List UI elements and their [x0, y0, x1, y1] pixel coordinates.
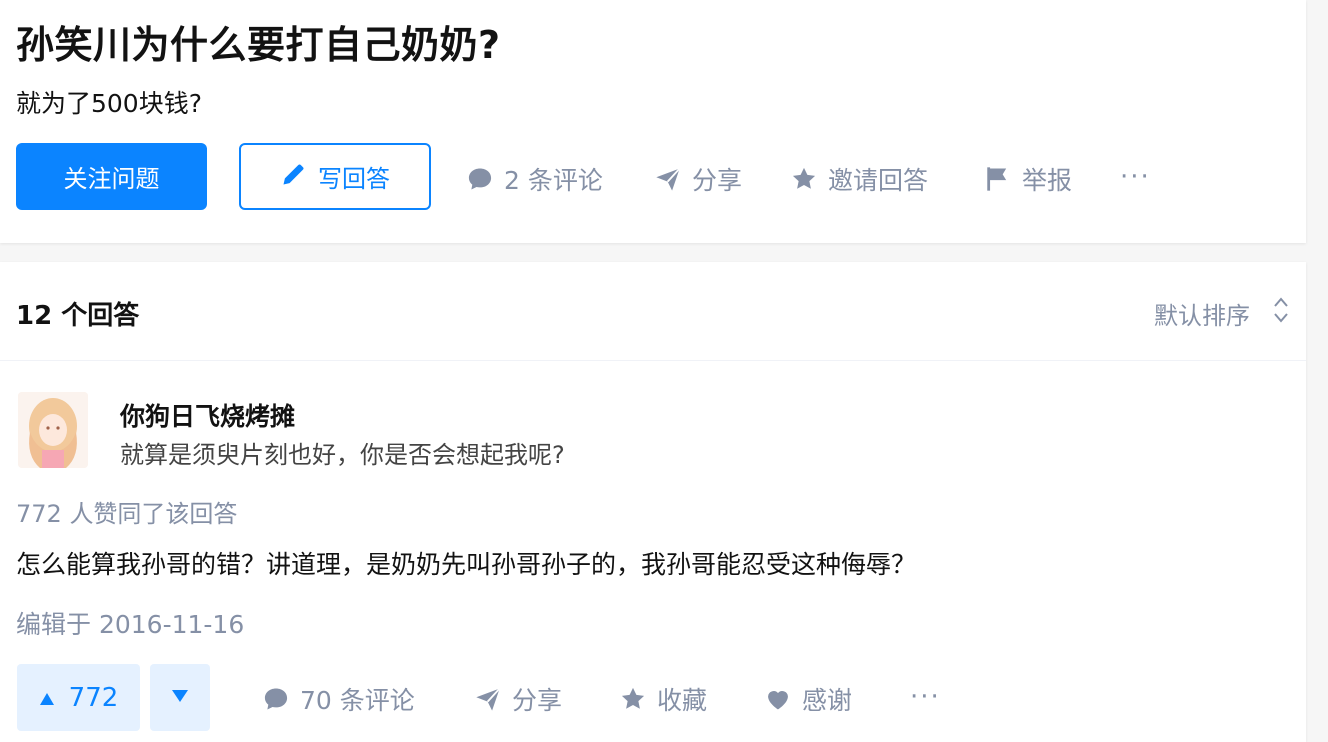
triangle-down-icon: [171, 688, 189, 707]
sort-chevron-icon: [1272, 295, 1290, 331]
report-label: 举报: [1022, 166, 1073, 195]
question-share-button[interactable]: 分享: [654, 159, 742, 199]
answer-more-button[interactable]: ···: [910, 677, 941, 717]
author-name[interactable]: 你狗日飞烧烤摊: [120, 397, 295, 433]
answers-card: 12 个回答 默认排序 你狗日飞烧烤摊 就算是须臾片刻也好，你是否会想起我呢? …: [0, 262, 1306, 742]
comment-icon: [466, 165, 494, 193]
downvote-button[interactable]: [150, 664, 210, 731]
question-title: 孙笑川为什么要打自己奶奶?: [16, 23, 501, 67]
question-more-button[interactable]: ···: [1120, 157, 1151, 197]
edit-timestamp[interactable]: 编辑于 2016-11-16: [16, 605, 244, 641]
question-comments-button[interactable]: 2 条评论: [466, 159, 603, 199]
answer-content: 怎么能算我孙哥的错？讲道理，是奶奶先叫孙哥孙子的，我孙哥能忍受这种侮辱？: [16, 550, 917, 579]
report-button[interactable]: 举报: [984, 159, 1072, 199]
paper-plane-icon: [654, 165, 682, 193]
question-detail: 就为了500块钱?: [16, 89, 202, 118]
thanks-button[interactable]: 感谢: [764, 679, 852, 719]
heart-icon: [764, 685, 792, 713]
answer-comments-button[interactable]: 70 条评论: [262, 679, 415, 719]
question-share-label: 分享: [692, 166, 743, 195]
follow-question-label: 关注问题: [63, 165, 160, 193]
flag-icon: [984, 165, 1012, 193]
answers-count: 12 个回答: [16, 301, 140, 331]
avatar[interactable]: [18, 392, 88, 468]
collect-button[interactable]: 收藏: [619, 679, 707, 719]
votes-summary[interactable]: 772 人赞同了该回答: [16, 494, 237, 529]
triangle-up-icon: [39, 683, 55, 713]
answer-share-label: 分享: [512, 686, 563, 715]
follow-question-button[interactable]: 关注问题: [16, 143, 207, 210]
sort-label: 默认排序: [1154, 301, 1250, 330]
more-icon: ···: [910, 682, 941, 712]
paper-plane-icon: [474, 685, 502, 713]
author-bio: 就算是须臾片刻也好，你是否会想起我呢?: [120, 441, 565, 469]
pencil-icon: [280, 160, 308, 194]
sort-dropdown[interactable]: 默认排序: [1154, 295, 1290, 331]
question-comments-label: 2 条评论: [504, 166, 603, 195]
write-answer-button[interactable]: 写回答: [239, 143, 431, 210]
answer-comments-label: 70 条评论: [300, 686, 415, 715]
question-card: 孙笑川为什么要打自己奶奶? 就为了500块钱? 关注问题 写回答 2 条评论 分…: [0, 0, 1306, 243]
upvote-count: 772: [68, 682, 119, 713]
divider: [0, 360, 1306, 361]
more-icon: ···: [1120, 162, 1151, 192]
collect-label: 收藏: [657, 686, 708, 715]
invite-answer-label: 邀请回答: [828, 166, 929, 195]
comment-icon: [262, 685, 290, 713]
write-answer-label: 写回答: [318, 165, 390, 193]
upvote-button[interactable]: 772: [17, 664, 140, 731]
star-icon: [790, 165, 818, 193]
answer-share-button[interactable]: 分享: [474, 679, 562, 719]
thanks-label: 感谢: [802, 686, 853, 715]
star-icon: [619, 685, 647, 713]
invite-answer-button[interactable]: 邀请回答: [790, 159, 928, 199]
